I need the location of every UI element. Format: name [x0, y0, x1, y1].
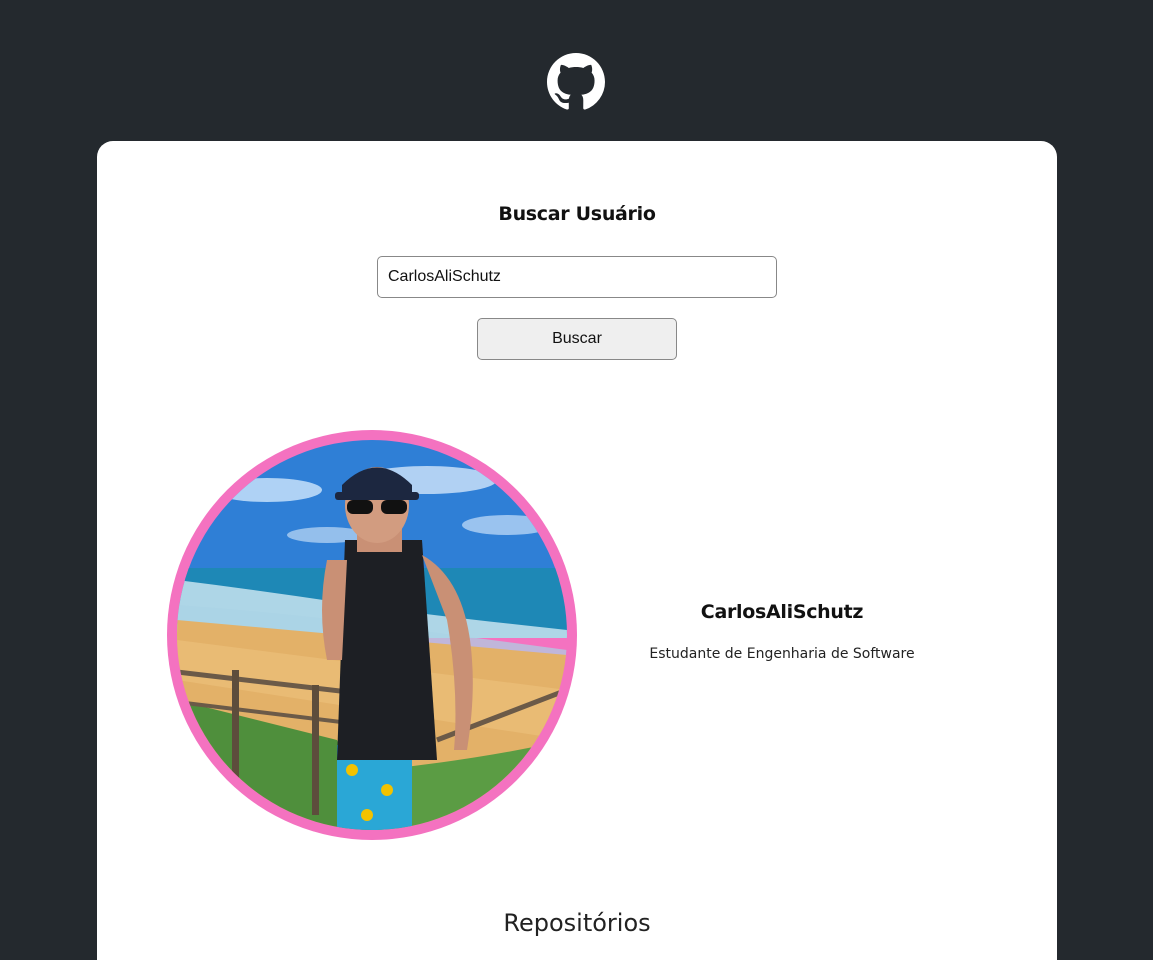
avatar-ring [167, 430, 577, 840]
user-info: CarlosAliSchutz Estudante de Engenharia … [627, 601, 937, 662]
repositories-title: Repositórios [503, 909, 651, 937]
search-title: Buscar Usuário [498, 203, 656, 225]
username-search-input[interactable] [377, 256, 777, 298]
user-bio: Estudante de Engenharia de Software [649, 646, 915, 662]
user-name: CarlosAliSchutz [700, 601, 864, 623]
github-icon [547, 53, 605, 111]
search-card: Buscar Usuário Buscar [97, 141, 1057, 960]
page: Buscar Usuário Buscar [0, 0, 1153, 960]
avatar [177, 440, 567, 830]
search-button[interactable]: Buscar [477, 318, 677, 360]
